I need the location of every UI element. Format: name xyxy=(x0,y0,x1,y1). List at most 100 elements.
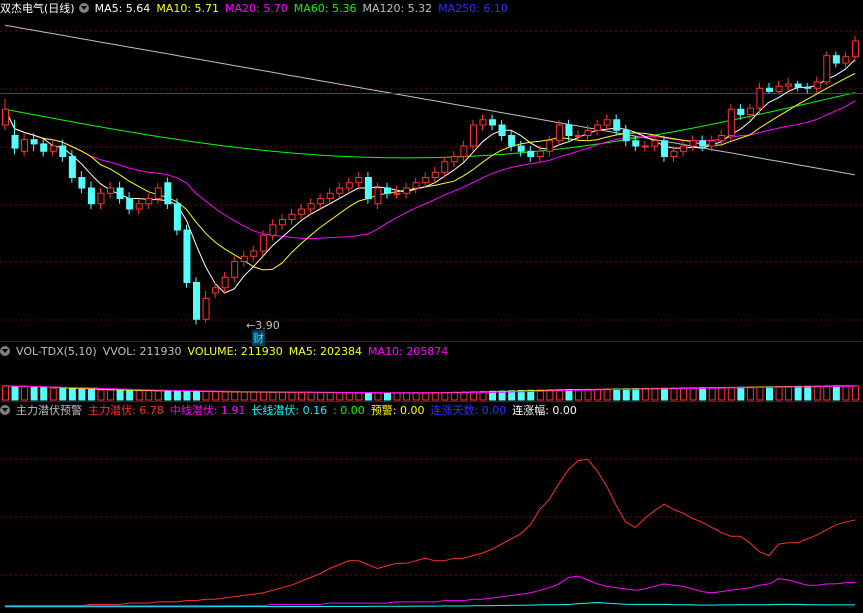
candle-body xyxy=(345,182,353,189)
candle-body xyxy=(250,250,258,257)
volume-bar xyxy=(364,392,372,401)
candle-body xyxy=(689,140,697,147)
volume-bar xyxy=(832,385,840,401)
volume-bar xyxy=(431,392,439,401)
candle-body xyxy=(164,182,172,205)
candle-body xyxy=(517,145,525,152)
candle-body xyxy=(97,192,105,205)
volume-bar xyxy=(575,388,582,401)
volume-bar xyxy=(145,390,153,401)
candle-body xyxy=(603,119,611,126)
candle-body xyxy=(737,108,745,115)
candle-body xyxy=(775,85,783,92)
volume-bar xyxy=(374,392,382,401)
volume-bar xyxy=(317,392,325,401)
volume-bar xyxy=(565,389,573,401)
candle-body xyxy=(2,108,9,126)
volume-bar xyxy=(212,391,220,401)
candle-body xyxy=(813,81,821,89)
stock-chart-canvas[interactable] xyxy=(0,0,863,613)
candle-body xyxy=(527,150,535,157)
candle-body xyxy=(116,187,124,199)
candle-body xyxy=(450,156,458,163)
volume-bar xyxy=(450,391,458,401)
volume-bar xyxy=(794,385,802,401)
candle-body xyxy=(78,177,86,189)
candle-body xyxy=(670,150,678,157)
volume-bar xyxy=(78,388,86,401)
volume-bar xyxy=(813,385,821,401)
volume-bar xyxy=(2,385,9,401)
candle-body xyxy=(259,234,267,252)
volume-bar xyxy=(775,386,783,401)
volume-bar xyxy=(718,386,726,401)
volume-bar xyxy=(804,385,812,401)
candle-body xyxy=(832,55,840,64)
candle-body xyxy=(221,276,229,289)
volume-bar xyxy=(40,387,48,401)
candle-body xyxy=(718,135,726,142)
candle-body xyxy=(307,203,315,210)
main-latent-line xyxy=(5,458,856,607)
candle-body xyxy=(40,143,48,152)
financial-report-marker[interactable]: 财 xyxy=(252,330,265,346)
volume-bar xyxy=(336,392,344,401)
candle-body xyxy=(842,56,850,64)
candle-body xyxy=(632,140,640,147)
volume-bar xyxy=(11,386,19,401)
candle-body xyxy=(202,297,210,320)
volume-bar xyxy=(737,386,745,401)
volume-bar xyxy=(164,390,172,401)
volume-bar xyxy=(670,387,678,401)
candle-body xyxy=(584,129,592,136)
candle-body xyxy=(49,145,57,152)
volume-bar xyxy=(823,385,831,401)
candle-body xyxy=(135,203,143,210)
candle-body xyxy=(498,124,506,136)
volume-bar xyxy=(30,386,38,401)
volume-bar xyxy=(97,389,105,401)
volume-bar xyxy=(193,390,200,401)
candle-body xyxy=(489,119,497,126)
candle-body xyxy=(613,119,621,131)
candle-body xyxy=(30,139,38,145)
ma10-line xyxy=(4,73,856,271)
candle-body xyxy=(785,83,793,87)
volume-bar xyxy=(183,390,191,401)
candle-body xyxy=(641,145,649,148)
candle-body xyxy=(212,287,220,294)
volume-bar xyxy=(660,387,668,401)
candle-body xyxy=(460,145,468,157)
candle-body xyxy=(412,182,420,189)
candle-body xyxy=(565,124,573,136)
volume-bar xyxy=(135,390,143,401)
candle-body xyxy=(278,219,286,226)
volume-bar xyxy=(689,387,697,401)
candle-body xyxy=(469,124,477,147)
candle-body xyxy=(823,55,831,83)
candle-body xyxy=(594,124,602,131)
volume-bar xyxy=(393,392,401,401)
candle-body xyxy=(479,119,487,126)
volume-bar xyxy=(21,385,29,401)
volume-bar xyxy=(441,391,449,401)
candle-body xyxy=(183,229,191,283)
candle-body xyxy=(727,108,735,136)
candle-body xyxy=(21,139,29,152)
volume-bar xyxy=(766,386,773,401)
volume-bar xyxy=(49,387,57,401)
candle-body xyxy=(269,224,277,236)
candle-body xyxy=(240,255,248,262)
candle-body xyxy=(766,87,773,92)
volume-bar xyxy=(403,392,411,401)
candle-body xyxy=(336,187,344,194)
volume-bar xyxy=(422,392,430,401)
volume-bar xyxy=(259,391,267,401)
ma120-line xyxy=(4,24,856,176)
volume-bar xyxy=(68,388,76,401)
ma60-line xyxy=(4,92,856,159)
candle-body xyxy=(575,135,582,137)
volume-bar xyxy=(126,390,134,401)
volume-bar xyxy=(469,391,477,401)
mid-latent-line xyxy=(5,575,856,607)
